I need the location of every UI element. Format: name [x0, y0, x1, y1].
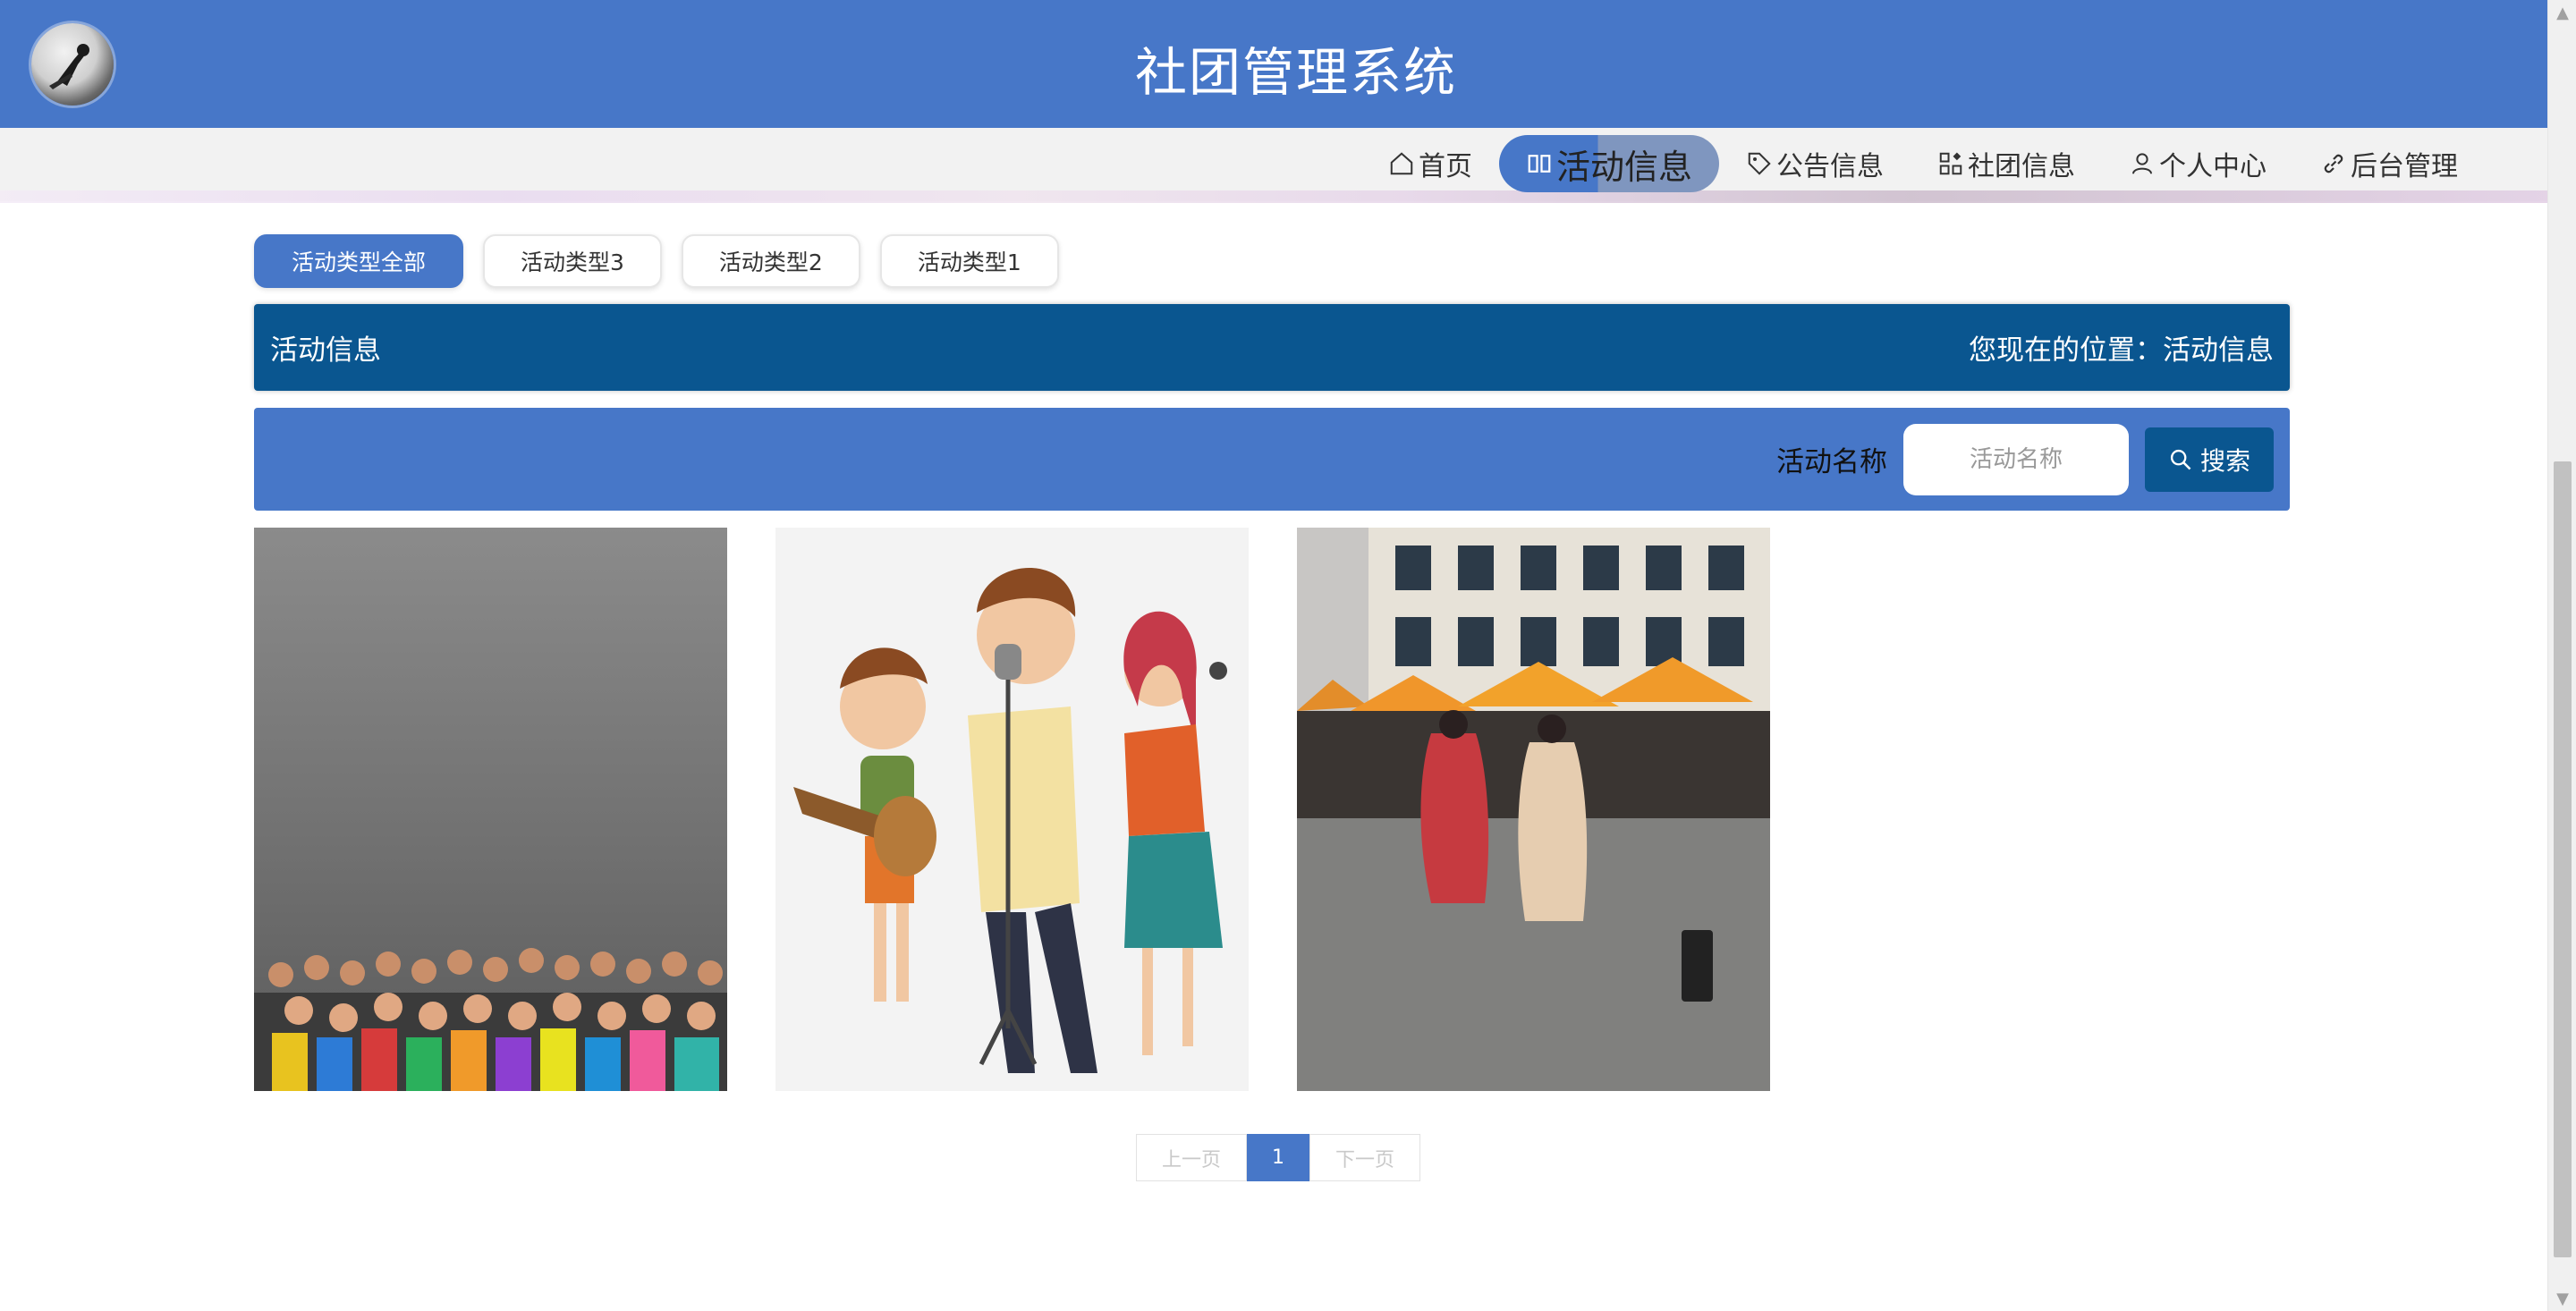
activity-image-crowd: [254, 528, 727, 1091]
tab-type-3[interactable]: 活动类型3: [483, 234, 662, 288]
search-input[interactable]: [1903, 423, 2129, 495]
page: 社团管理系统 首页 活动信息 公告信息 社团信息 个人中心 后台管理 活动类型全…: [0, 0, 2547, 1311]
top-header: 社团管理系统: [0, 0, 2547, 128]
search-bar: 活动名称 搜索: [254, 408, 2290, 511]
tab-type-all[interactable]: 活动类型全部: [254, 234, 464, 288]
section-title: 活动信息: [270, 334, 381, 367]
activity-card[interactable]: [254, 528, 727, 1091]
user-icon: [2132, 153, 2152, 174]
site-title: 社团管理系统: [1134, 42, 1457, 103]
nav-label-club: 社团信息: [1968, 151, 2075, 182]
activity-card[interactable]: [1297, 528, 1770, 1091]
vertical-scrollbar[interactable]: ▲ ▼: [2547, 0, 2576, 1311]
nav-item-notice[interactable]: 公告信息: [1719, 135, 1911, 192]
nav-item-home[interactable]: 首页: [1361, 135, 1499, 192]
nav-label-activity: 活动信息: [1555, 147, 1692, 187]
nav-item-admin[interactable]: 后台管理: [2293, 135, 2485, 192]
tab-type-2[interactable]: 活动类型2: [681, 234, 860, 288]
page-button-current[interactable]: 1: [1247, 1134, 1310, 1181]
home-icon: [1390, 152, 1413, 175]
tag-icon: [1748, 152, 1771, 175]
activity-image-dance: [1297, 528, 1770, 1091]
grid-icon: [1939, 152, 1962, 175]
scroll-down-arrow-icon[interactable]: ▼: [2548, 1286, 2576, 1311]
link-icon: [2324, 154, 2343, 173]
activity-image-singers: [775, 528, 1249, 1091]
search-button[interactable]: 搜索: [2145, 427, 2274, 492]
tab-type-1[interactable]: 活动类型1: [879, 234, 1059, 288]
nav-label-notice: 公告信息: [1776, 151, 1884, 182]
nav-label-home: 首页: [1418, 151, 1472, 182]
activity-card-list: [254, 528, 1770, 1091]
nav-menu: 首页 活动信息 公告信息 社团信息 个人中心 后台管理: [1361, 131, 2485, 197]
book-icon: [1528, 155, 1551, 173]
activity-card[interactable]: [775, 528, 1249, 1091]
breadcrumb-bar: 活动信息 您现在的位置：活动信息: [254, 304, 2290, 391]
next-page-button[interactable]: 下一页: [1309, 1134, 1421, 1181]
breadcrumb: 您现在的位置：活动信息: [1969, 334, 2274, 367]
nav-label-profile: 个人中心: [2159, 151, 2267, 182]
scrollbar-thumb[interactable]: [2554, 461, 2572, 1257]
nav-item-profile[interactable]: 个人中心: [2102, 135, 2293, 192]
nav-item-activity[interactable]: 活动信息: [1498, 135, 1719, 192]
pagination: 上一页 1 下一页: [1136, 1134, 1421, 1181]
prev-page-button[interactable]: 上一页: [1136, 1134, 1248, 1181]
search-button-label: 搜索: [2199, 445, 2250, 476]
search-label: 活动名称: [1776, 446, 1887, 478]
search-icon: [2170, 449, 2191, 469]
activity-type-tabs: 活动类型全部 活动类型3 活动类型2 活动类型1: [254, 234, 1059, 288]
scroll-up-arrow-icon[interactable]: ▲: [2548, 0, 2576, 25]
nav-item-club[interactable]: 社团信息: [1911, 135, 2102, 192]
nav-label-admin: 后台管理: [2351, 151, 2458, 182]
